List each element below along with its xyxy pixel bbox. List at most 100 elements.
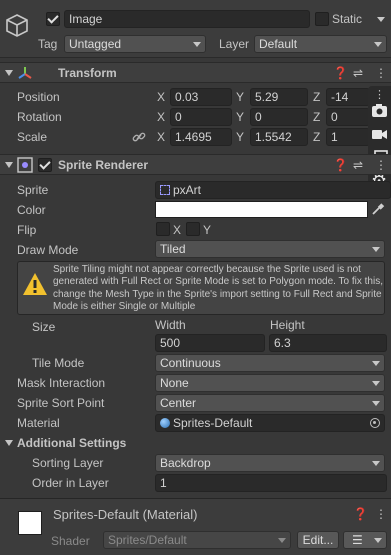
material-label: Material [17, 416, 60, 430]
scale-label: Scale [17, 130, 48, 144]
material-panel-title: Sprites-Default (Material) [53, 507, 198, 522]
rotation-z-field[interactable]: 0 [326, 108, 370, 126]
material-value: Sprites-Default [173, 416, 253, 430]
position-y-axis-label: Y [236, 90, 245, 104]
draw-mode-value: Tiled [160, 242, 186, 256]
help-icon[interactable]: ❓ [333, 158, 348, 172]
mask-interaction-dropdown[interactable]: None [155, 374, 385, 392]
chevron-down-icon [372, 401, 380, 406]
tile-mode-dropdown[interactable]: Continuous [155, 354, 385, 372]
layer-dropdown[interactable]: Default [254, 35, 387, 53]
scale-z-field[interactable]: 1 [326, 128, 370, 146]
static-checkbox[interactable] [315, 12, 329, 26]
eyedropper-icon[interactable] [371, 202, 385, 216]
flip-y-label: Y [203, 223, 212, 237]
flip-x-checkbox[interactable] [156, 222, 170, 236]
tile-mode-label: Tile Mode [32, 356, 85, 370]
position-x-field[interactable]: 0.03 [170, 88, 232, 106]
flip-y-checkbox[interactable] [186, 222, 200, 236]
preset-icon[interactable]: ⇌ [353, 66, 363, 80]
size-height-field[interactable]: 6.3 [269, 334, 387, 352]
sprite-value: pxArt [173, 183, 202, 197]
shader-edit-button[interactable]: Edit... [297, 531, 339, 549]
transform-title: Transform [58, 66, 117, 80]
sprite-renderer-enabled-checkbox[interactable] [38, 158, 52, 172]
scale-y-axis-label: Y [236, 130, 245, 144]
color-label: Color [17, 203, 46, 217]
more-options-icon[interactable]: ⋮ [375, 158, 387, 172]
more-options-icon[interactable]: ⋮ [374, 88, 385, 102]
scale-z-axis-label: Z [313, 130, 321, 144]
help-icon[interactable]: ❓ [353, 507, 368, 521]
foldout-arrow-icon[interactable] [5, 440, 13, 446]
shader-list-button[interactable]: ☰ [343, 531, 387, 549]
width-label: Width [155, 318, 186, 332]
list-icon: ☰ [352, 533, 363, 547]
position-z-field[interactable]: -14 [326, 88, 370, 106]
flip-x-label: X [173, 223, 182, 237]
rotation-y-axis-label: Y [236, 110, 245, 124]
camera-icon[interactable] [371, 102, 388, 119]
rotation-x-axis-label: X [157, 110, 166, 124]
gameobject-name-field[interactable]: Image [64, 10, 310, 28]
shader-dropdown[interactable]: Sprites/Default [103, 531, 291, 549]
object-picker-icon[interactable] [370, 418, 380, 428]
position-y-field[interactable]: 5.29 [250, 88, 308, 106]
layer-value: Default [259, 37, 298, 51]
layer-label: Layer [219, 37, 250, 51]
foldout-arrow-icon[interactable] [5, 162, 13, 168]
transform-header[interactable]: Transform ❓ ⇌ ⋮ [0, 62, 391, 83]
position-label: Position [17, 90, 60, 104]
sorting-layer-dropdown[interactable]: Backdrop [155, 454, 385, 472]
gameobject-header: Image Static Tag Untagged Layer Default [0, 0, 391, 58]
tag-value: Untagged [69, 37, 122, 51]
mask-interaction-label: Mask Interaction [17, 376, 106, 390]
static-dropdown-button[interactable] [374, 10, 388, 28]
sorting-layer-label: Sorting Layer [32, 456, 104, 470]
rotation-y-field[interactable]: 0 [250, 108, 308, 126]
sprite-renderer-icon [17, 157, 33, 173]
additional-settings-label[interactable]: Additional Settings [17, 435, 126, 451]
tag-dropdown[interactable]: Untagged [64, 35, 206, 53]
sorting-layer-value: Backdrop [160, 456, 211, 470]
sprite-sort-point-label: Sprite Sort Point [17, 396, 105, 410]
shader-label: Shader [51, 534, 90, 548]
order-in-layer-field[interactable]: 1 [155, 474, 387, 492]
chevron-down-icon [374, 538, 382, 543]
foldout-arrow-icon[interactable] [5, 70, 13, 76]
link-icon[interactable] [132, 130, 146, 144]
sprite-renderer-header[interactable]: Sprite Renderer ❓ ⇌ ⋮ [0, 154, 391, 175]
size-label: Size [32, 320, 56, 334]
rotation-x-field[interactable]: 0 [170, 108, 232, 126]
sprite-object-field[interactable]: pxArt [155, 181, 391, 199]
gameobject-active-checkbox[interactable] [46, 12, 60, 26]
preset-icon[interactable]: ⇌ [353, 158, 363, 172]
tile-mode-value: Continuous [160, 356, 221, 370]
static-label: Static [332, 12, 363, 26]
mask-interaction-value: None [160, 376, 189, 390]
chevron-down-icon [372, 247, 380, 252]
tag-label: Tag [38, 37, 58, 51]
rotation-z-axis-label: Z [313, 110, 321, 124]
position-z-axis-label: Z [313, 90, 321, 104]
flip-label: Flip [17, 223, 37, 237]
chevron-down-icon [372, 361, 380, 366]
color-swatch[interactable] [155, 201, 368, 218]
sprite-label: Sprite [17, 183, 49, 197]
size-width-field[interactable]: 500 [155, 334, 265, 352]
rotation-label: Rotation [17, 110, 62, 124]
help-icon[interactable]: ❓ [333, 66, 348, 80]
material-object-field[interactable]: Sprites-Default [155, 414, 385, 432]
sprite-sort-point-dropdown[interactable]: Center [155, 394, 385, 412]
order-in-layer-label: Order in Layer [32, 476, 109, 490]
draw-mode-dropdown[interactable]: Tiled [155, 240, 385, 258]
warning-text: Sprite Tiling might not appear correctly… [53, 264, 383, 313]
chevron-down-icon [278, 538, 286, 543]
scale-x-field[interactable]: 1.4695 [170, 128, 232, 146]
scale-y-field[interactable]: 1.5542 [250, 128, 308, 146]
more-options-icon[interactable]: ⋮ [375, 507, 387, 521]
shader-value: Sprites/Default [108, 533, 187, 547]
more-options-icon[interactable]: ⋮ [375, 66, 387, 80]
video-camera-icon[interactable] [371, 126, 388, 143]
chevron-down-icon [374, 42, 382, 47]
